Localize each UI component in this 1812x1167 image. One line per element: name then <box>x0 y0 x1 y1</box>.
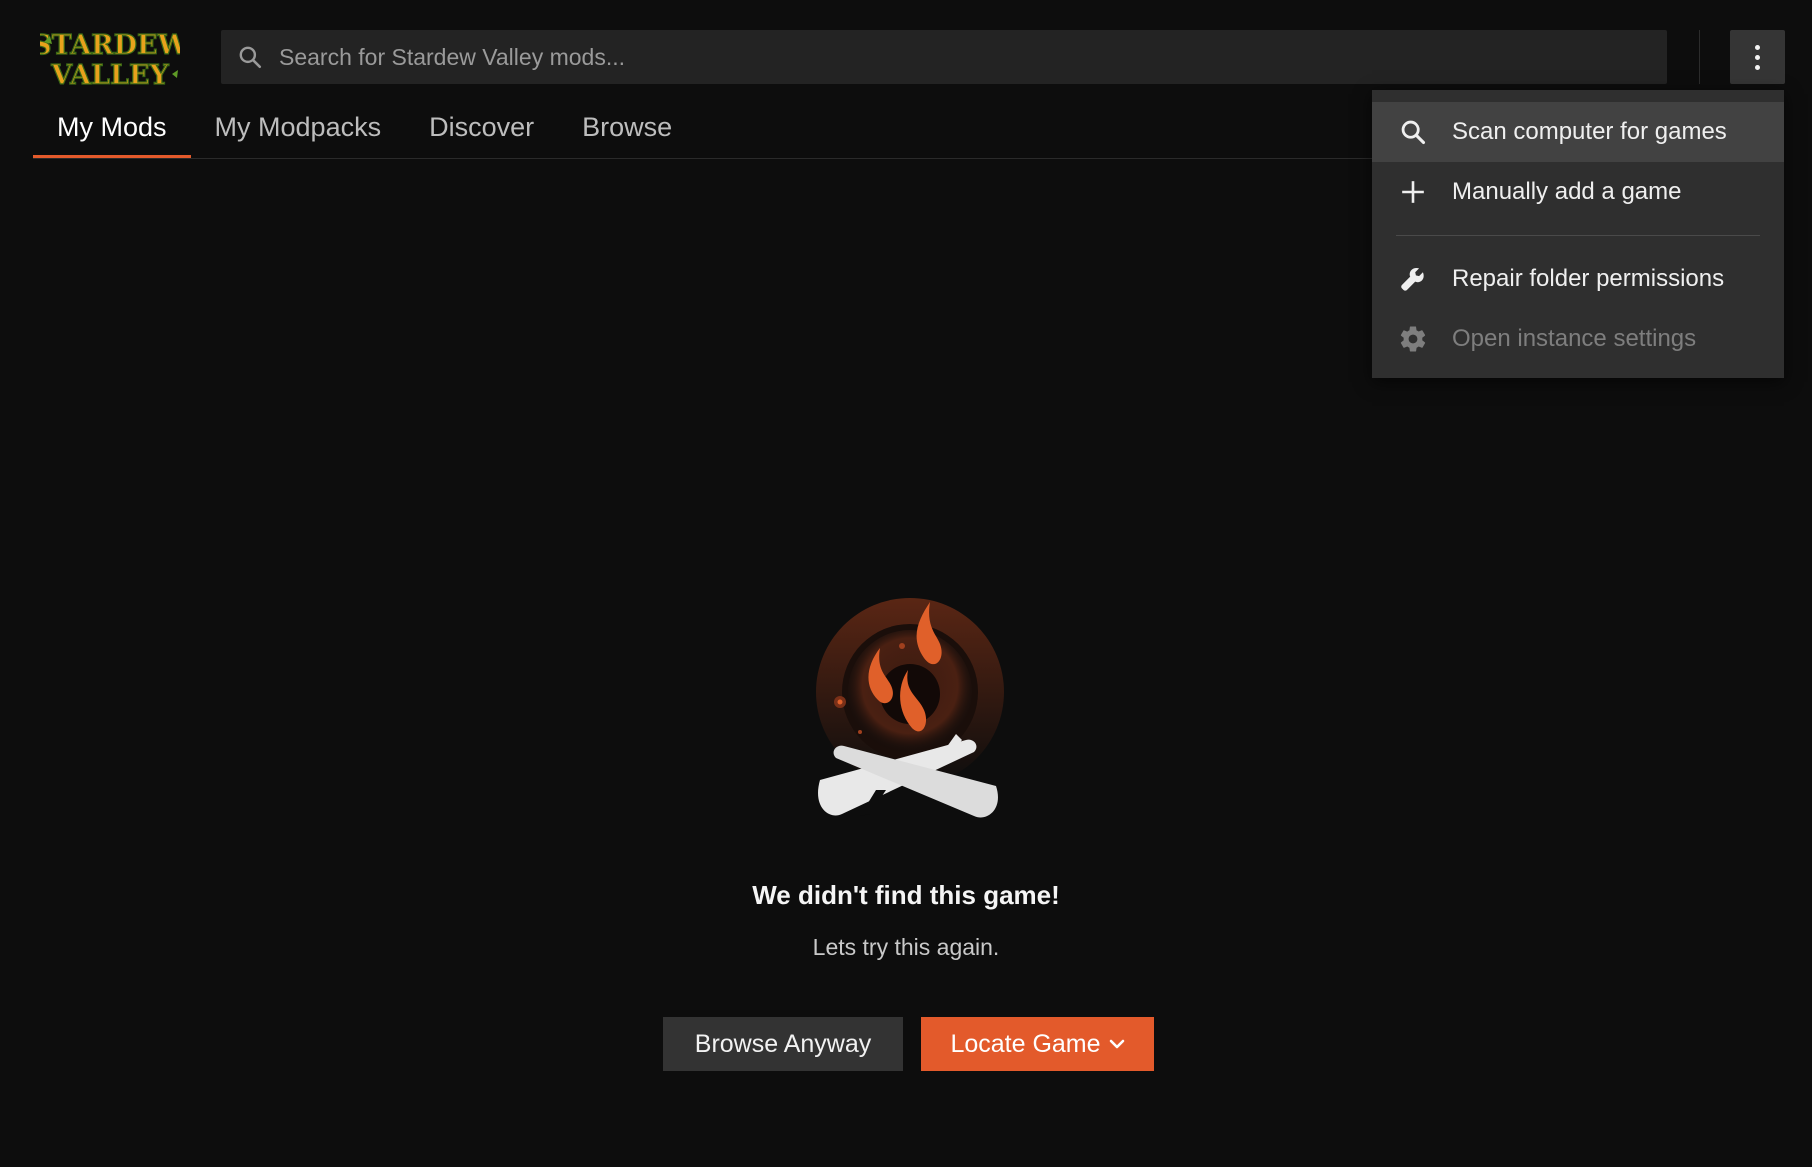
tab-my-mods[interactable]: My Mods <box>33 100 191 158</box>
browse-anyway-label: Browse Anyway <box>694 1029 872 1058</box>
menu-item-label: Scan computer for games <box>1452 118 1727 145</box>
menu-item-instance-settings[interactable]: Open instance settings <box>1372 309 1784 369</box>
menu-item-add-game[interactable]: Manually add a game <box>1372 162 1784 222</box>
menu-divider <box>1396 235 1760 236</box>
search-icon <box>239 46 262 69</box>
svg-text:VALLEY: VALLEY <box>50 60 169 91</box>
browse-anyway-button[interactable]: Browse Anyway <box>663 1017 903 1071</box>
campfire-icon <box>816 598 1004 818</box>
menu-item-label: Open instance settings <box>1452 325 1697 352</box>
tab-my-modpacks[interactable]: My Modpacks <box>191 100 406 158</box>
menu-item-repair-permissions[interactable]: Repair folder permissions <box>1372 249 1784 309</box>
empty-state-title: We didn't find this game! <box>752 880 1060 910</box>
svg-text:STARDEW: STARDEW <box>40 30 180 61</box>
plus-icon <box>1398 177 1428 207</box>
more-vertical-icon <box>1755 44 1760 50</box>
menu-item-scan-games[interactable]: Scan computer for games <box>1372 102 1784 162</box>
wrench-icon <box>1398 264 1428 294</box>
locate-game-button[interactable]: Locate Game <box>921 1017 1154 1071</box>
menu-item-label: Repair folder permissions <box>1452 265 1725 292</box>
stardew-valley-logo: STARDEW VALLEY <box>40 29 180 91</box>
menu-item-label: Manually add a game <box>1452 178 1682 205</box>
empty-state-subtitle: Lets try this again. <box>812 934 1000 960</box>
search-bar[interactable] <box>221 30 1667 84</box>
main-tabs: My Mods My Modpacks Discover Browse <box>33 100 696 158</box>
gear-icon <box>1398 324 1428 354</box>
search-input[interactable] <box>279 43 1579 71</box>
locate-game-label: Locate Game <box>950 1029 1101 1058</box>
options-dropdown-menu: Scan computer for games Manually add a g… <box>1372 90 1784 378</box>
more-options-button[interactable] <box>1730 30 1785 84</box>
tab-browse[interactable]: Browse <box>558 100 696 158</box>
chevron-down-icon <box>1109 1039 1124 1049</box>
header-divider <box>1699 30 1700 84</box>
tab-discover[interactable]: Discover <box>405 100 558 158</box>
app-window: STARDEW VALLEY My Mods My Modpacks Disco… <box>0 0 1812 1167</box>
search-icon <box>1398 117 1428 147</box>
